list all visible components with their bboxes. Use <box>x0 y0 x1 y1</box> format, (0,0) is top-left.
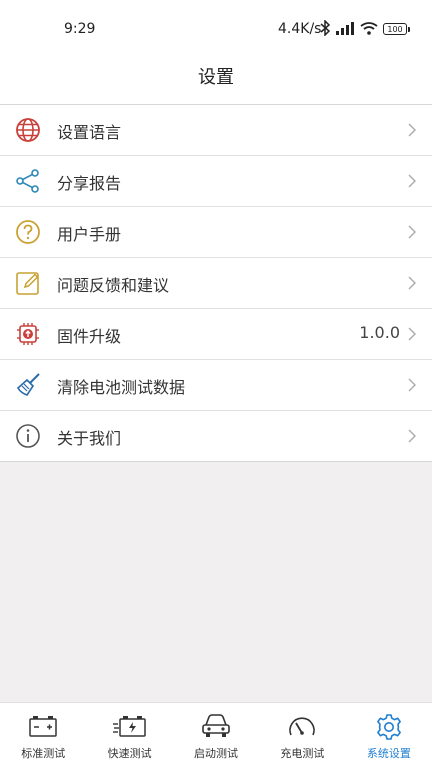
signal-icon <box>336 22 354 35</box>
settings-item-share-report[interactable]: 分享报告 <box>0 155 432 206</box>
settings-item-clear-data[interactable]: 清除电池测试数据 <box>0 359 432 410</box>
settings-item-label: 清除电池测试数据 <box>57 378 186 397</box>
tab-label: 标准测试 <box>21 747 66 760</box>
page-header: 设置 <box>0 56 432 105</box>
help-icon <box>16 220 40 244</box>
chevron-right-icon <box>408 327 416 341</box>
tab-charging-test[interactable]: 充电测试 <box>259 703 345 769</box>
tab-label: 系统设置 <box>366 747 411 760</box>
battery-indicator: 100 <box>383 23 410 35</box>
chevron-right-icon <box>408 123 416 137</box>
settings-item-label: 问题反馈和建议 <box>57 276 170 295</box>
settings-item-label: 分享报告 <box>57 174 122 193</box>
settings-item-firmware-upgrade[interactable]: 固件升级 1.0.0 <box>0 308 432 359</box>
share-icon <box>16 169 39 193</box>
settings-item-about[interactable]: 关于我们 <box>0 410 432 461</box>
battery-quick-icon <box>112 716 146 737</box>
gauge-icon <box>289 717 316 736</box>
globe-icon <box>16 118 40 142</box>
tab-label: 充电测试 <box>280 747 325 760</box>
tab-label: 快速测试 <box>107 747 152 760</box>
settings-item-label: 用户手册 <box>57 225 122 244</box>
firmware-upgrade-icon <box>17 323 39 345</box>
broom-icon <box>16 373 40 396</box>
settings-item-feedback[interactable]: 问题反馈和建议 <box>0 257 432 308</box>
tab-system-settings[interactable]: 系统设置 <box>346 703 432 769</box>
wifi-icon <box>360 22 378 35</box>
info-icon <box>16 424 40 448</box>
tab-label: 启动测试 <box>194 747 239 760</box>
settings-item-label: 设置语言 <box>57 123 122 142</box>
feedback-edit-icon <box>16 272 39 295</box>
firmware-version: 1.0.0 <box>359 323 400 342</box>
gear-icon <box>376 714 401 740</box>
network-speed: 4.4K/s <box>278 21 322 37</box>
tab-quick-test[interactable]: 快速测试 <box>86 703 172 769</box>
bluetooth-icon <box>320 20 331 36</box>
chevron-right-icon <box>408 276 416 290</box>
car-icon <box>202 714 230 737</box>
tab-start-test[interactable]: 启动测试 <box>173 703 259 769</box>
settings-list: 设置语言 分享报告 用户手册 问题反馈和建议 固件升级 1.0.0 清除电池测试… <box>0 105 432 462</box>
chevron-right-icon <box>408 378 416 392</box>
settings-item-label: 固件升级 <box>57 327 122 346</box>
bottom-tab-bar: 标准测试 快速测试 启动测试 充电测试 系统设置 <box>0 702 432 769</box>
settings-item-user-manual[interactable]: 用户手册 <box>0 206 432 257</box>
battery-standard-icon <box>29 716 57 737</box>
chevron-right-icon <box>408 429 416 443</box>
chevron-right-icon <box>408 225 416 239</box>
tab-standard-test[interactable]: 标准测试 <box>0 703 86 769</box>
settings-item-language[interactable]: 设置语言 <box>0 105 432 155</box>
settings-item-label: 关于我们 <box>57 429 122 448</box>
page-title: 设置 <box>198 67 234 88</box>
status-bar: 9:29 4.4K/s 100 <box>0 0 432 56</box>
status-time: 9:29 <box>64 21 96 37</box>
chevron-right-icon <box>408 174 416 188</box>
